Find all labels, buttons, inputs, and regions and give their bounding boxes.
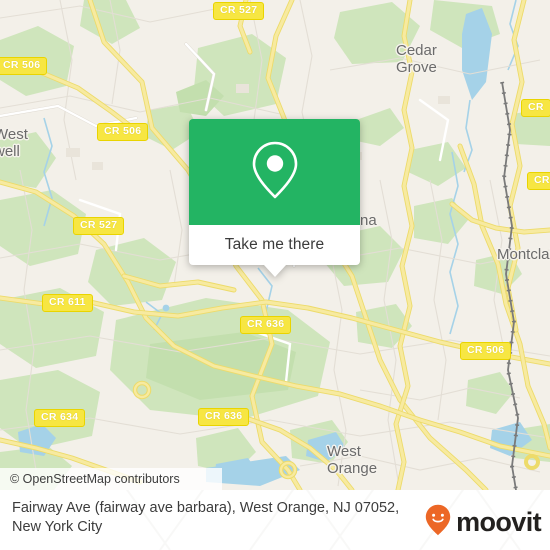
attribution-text: © OpenStreetMap contributors — [10, 472, 180, 486]
location-callout[interactable]: Take me there — [189, 119, 360, 277]
moovit-logo: moovit — [425, 504, 542, 541]
road-shield: CR 506 — [0, 57, 48, 75]
moovit-wordmark: moovit — [456, 507, 542, 537]
map-pin-icon — [249, 139, 301, 206]
take-me-there-button[interactable]: Take me there — [225, 236, 325, 254]
place-label-cedar-grove: Cedar Grove — [396, 42, 437, 76]
road-shield: CR 6 — [527, 172, 550, 190]
road-shield: CR 527 — [213, 2, 265, 20]
map-screen: .park{fill:#cfe5bc;} .parkdark{fill:#c3d… — [0, 0, 550, 550]
bottom-info-bar: Fairway Ave (fairway ave barbara), West … — [0, 490, 550, 550]
callout-footer[interactable]: Take me there — [189, 225, 360, 277]
map-canvas[interactable]: .park{fill:#cfe5bc;} .parkdark{fill:#c3d… — [0, 0, 550, 490]
road-shield: CR 506 — [460, 342, 512, 360]
road-shield: CR 527 — [73, 217, 125, 235]
moovit-pin-smiley-icon — [425, 504, 451, 541]
road-shield: CR 611 — [42, 294, 93, 312]
map-attribution: © OpenStreetMap contributors — [0, 468, 222, 490]
callout-hero — [189, 119, 360, 225]
road-shield: CR — [521, 99, 550, 117]
place-label-verona: na — [360, 212, 377, 229]
road-shield: CR 636 — [198, 408, 250, 426]
road-shield: CR 506 — [97, 123, 149, 141]
callout-tail — [263, 265, 286, 277]
place-label-caldwell: West well — [0, 126, 28, 160]
road-shield: CR 636 — [240, 316, 292, 334]
place-label-montclair: Montclai — [497, 246, 550, 263]
road-shield: CR 634 — [34, 409, 86, 427]
address-text: Fairway Ave (fairway ave barbara), West … — [12, 500, 400, 535]
place-label-west-orange: West Orange — [327, 443, 378, 477]
